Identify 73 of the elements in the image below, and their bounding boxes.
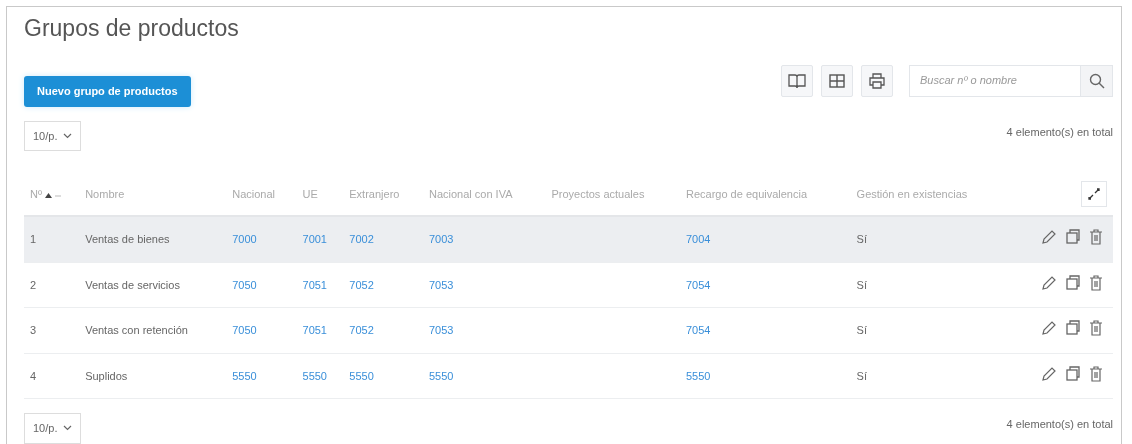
- pencil-icon: [1041, 320, 1057, 337]
- column-header[interactable]: Extranjero: [349, 187, 400, 200]
- copy-icon: [1065, 320, 1081, 337]
- search-icon: [1088, 72, 1105, 89]
- table-cell: Suplidos: [85, 369, 128, 382]
- trash-icon: [1089, 229, 1103, 246]
- account-link[interactable]: 5550: [685, 369, 711, 382]
- column-header[interactable]: Gestión en existencias: [856, 187, 968, 200]
- account-link[interactable]: 5550: [349, 369, 374, 382]
- table-cell: 4: [30, 369, 37, 382]
- pencil-icon: [1041, 365, 1057, 382]
- grid-icon: [829, 73, 845, 88]
- total-count: 4 elemento(s) en total: [1006, 417, 1113, 433]
- column-header[interactable]: Nombre: [85, 187, 125, 200]
- table-cell: Ventas de servicios: [85, 278, 180, 291]
- account-link[interactable]: 7000: [232, 233, 257, 246]
- table-cell: Ventas de bienes: [85, 233, 170, 246]
- table-cell: 3: [30, 324, 37, 337]
- pencil-icon: [1041, 229, 1057, 246]
- book-icon: [788, 72, 806, 89]
- print-button[interactable]: [861, 64, 893, 97]
- table-cell: 1: [30, 233, 37, 246]
- columns-button[interactable]: [821, 64, 853, 97]
- page-size-select[interactable]: 10/p.: [24, 120, 82, 152]
- search-button[interactable]: [1080, 64, 1113, 97]
- table-cell: Sí: [856, 324, 867, 337]
- account-link[interactable]: 7050: [232, 278, 257, 291]
- trash-icon: [1089, 365, 1103, 382]
- account-link[interactable]: 7053: [428, 324, 454, 337]
- account-link[interactable]: 7054: [685, 278, 711, 291]
- book-button[interactable]: [781, 64, 813, 97]
- printer-icon: [869, 72, 885, 89]
- account-link[interactable]: 7050: [232, 324, 257, 337]
- column-header[interactable]: Nº: [30, 187, 42, 200]
- trash-icon: [1089, 274, 1103, 291]
- column-header[interactable]: Recargo de equivalencia: [685, 187, 808, 200]
- account-link[interactable]: 7052: [349, 324, 374, 337]
- column-header[interactable]: Nacional: [232, 187, 276, 200]
- column-header[interactable]: Proyectos actuales: [551, 187, 645, 200]
- total-count: 4 elemento(s) en total: [1006, 124, 1113, 140]
- account-link[interactable]: 7003: [428, 233, 454, 246]
- table-cell: Ventas con retención: [85, 324, 188, 337]
- account-link[interactable]: 5550: [232, 369, 257, 382]
- column-header[interactable]: UE: [302, 187, 318, 200]
- copy-icon: [1065, 229, 1081, 246]
- chevron-icon: [63, 132, 73, 139]
- page-size-select[interactable]: 10/p.: [24, 413, 82, 444]
- table-cell: Sí: [856, 278, 867, 291]
- account-link[interactable]: 7051: [302, 278, 327, 291]
- expand-button[interactable]: [1081, 181, 1107, 208]
- account-link[interactable]: 7051: [302, 324, 327, 337]
- table-cell: Sí: [856, 369, 867, 382]
- copy-icon: [1065, 274, 1081, 291]
- account-link[interactable]: 7004: [685, 233, 711, 246]
- chevron-icon: [63, 425, 73, 432]
- table-cell: 2: [30, 278, 37, 291]
- new-product-group-button[interactable]: Nuevo grupo de productos: [24, 76, 191, 107]
- page-title: Grupos de productos: [24, 15, 240, 43]
- account-link[interactable]: 5550: [428, 369, 454, 382]
- expand-icon: [1088, 188, 1100, 201]
- trash-icon: [1089, 320, 1103, 337]
- copy-icon: [1065, 365, 1081, 382]
- search-field[interactable]: Buscar nº o nombre: [909, 64, 1080, 97]
- table-cell: Sí: [856, 233, 867, 246]
- column-header[interactable]: Nacional con IVA: [428, 187, 513, 200]
- account-link[interactable]: 7002: [349, 233, 374, 246]
- account-link[interactable]: 5550: [302, 369, 327, 382]
- account-link[interactable]: 7052: [349, 278, 374, 291]
- account-link[interactable]: 7001: [302, 233, 327, 246]
- account-link[interactable]: 7054: [685, 324, 711, 337]
- pencil-icon: [1041, 274, 1057, 291]
- account-link[interactable]: 7053: [428, 278, 454, 291]
- sort-icon[interactable]: [45, 190, 62, 199]
